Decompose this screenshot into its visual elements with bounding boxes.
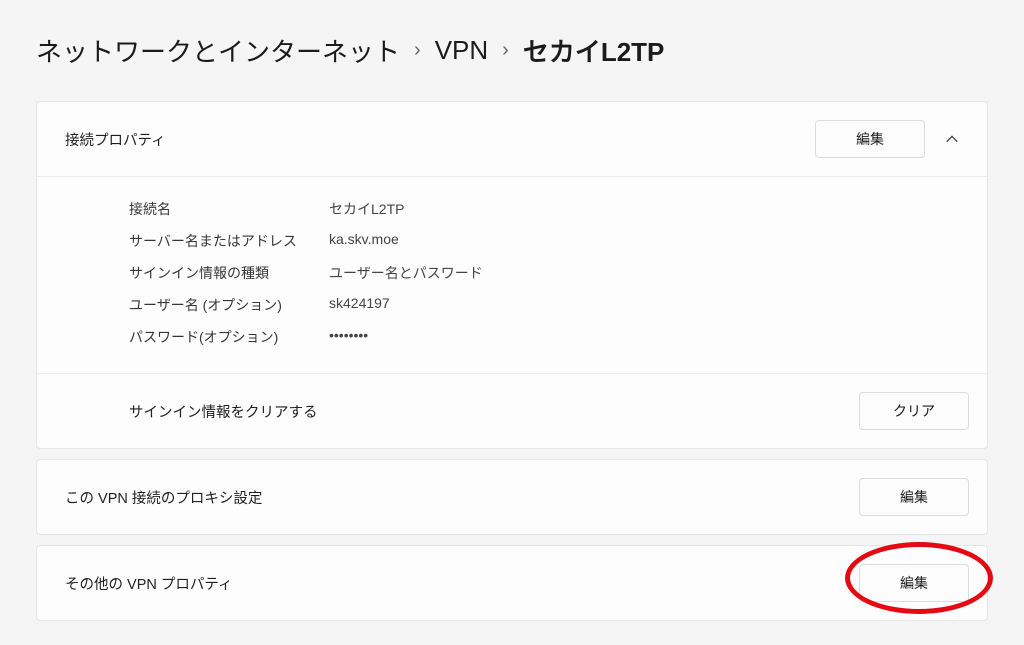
prop-value: ユーザー名とパスワード xyxy=(329,263,483,283)
other-vpn-properties-title: その他の VPN プロパティ xyxy=(65,573,859,594)
connection-properties-title: 接続プロパティ xyxy=(65,129,815,150)
prop-label: サーバー名またはアドレス xyxy=(129,231,329,251)
clear-signin-label: サインイン情報をクリアする xyxy=(129,401,859,422)
breadcrumb-link-vpn[interactable]: VPN xyxy=(435,35,488,66)
prop-row-connection-name: 接続名 セカイL2TP xyxy=(129,193,959,225)
edit-connection-button[interactable]: 編集 xyxy=(815,120,925,158)
clear-signin-button[interactable]: クリア xyxy=(859,392,969,430)
other-vpn-properties-card: その他の VPN プロパティ 編集 xyxy=(36,545,988,621)
connection-properties-list: 接続名 セカイL2TP サーバー名またはアドレス ka.skv.moe サインイ… xyxy=(37,177,987,374)
edit-other-vpn-button[interactable]: 編集 xyxy=(859,564,969,602)
prop-label: 接続名 xyxy=(129,199,329,219)
prop-label: パスワード(オプション) xyxy=(129,327,329,347)
other-vpn-properties-header[interactable]: その他の VPN プロパティ 編集 xyxy=(37,546,987,620)
proxy-settings-title: この VPN 接続のプロキシ設定 xyxy=(65,487,859,508)
prop-row-server: サーバー名またはアドレス ka.skv.moe xyxy=(129,225,959,257)
breadcrumb-current: セカイL2TP xyxy=(523,32,665,69)
breadcrumb-separator: › xyxy=(502,39,509,62)
prop-row-password: パスワード(オプション) •••••••• xyxy=(129,321,959,353)
prop-row-signin-type: サインイン情報の種類 ユーザー名とパスワード xyxy=(129,257,959,289)
prop-value: セカイL2TP xyxy=(329,199,404,219)
prop-label: サインイン情報の種類 xyxy=(129,263,329,283)
connection-properties-card: 接続プロパティ 編集 接続名 セカイL2TP サーバー名またはアドレス ka.s… xyxy=(36,101,988,449)
prop-row-username: ユーザー名 (オプション) sk424197 xyxy=(129,289,959,321)
chevron-up-icon[interactable] xyxy=(935,122,969,156)
prop-value: ka.skv.moe xyxy=(329,231,399,251)
edit-proxy-button[interactable]: 編集 xyxy=(859,478,969,516)
clear-signin-row: サインイン情報をクリアする クリア xyxy=(37,374,987,448)
breadcrumb: ネットワークとインターネット › VPN › セカイL2TP xyxy=(0,0,1024,93)
proxy-settings-header[interactable]: この VPN 接続のプロキシ設定 編集 xyxy=(37,460,987,534)
breadcrumb-link-network[interactable]: ネットワークとインターネット xyxy=(36,32,400,69)
prop-value: sk424197 xyxy=(329,295,390,315)
prop-value: •••••••• xyxy=(329,327,368,347)
breadcrumb-separator: › xyxy=(414,39,421,62)
prop-label: ユーザー名 (オプション) xyxy=(129,295,329,315)
connection-properties-header[interactable]: 接続プロパティ 編集 xyxy=(37,102,987,177)
proxy-settings-card: この VPN 接続のプロキシ設定 編集 xyxy=(36,459,988,535)
